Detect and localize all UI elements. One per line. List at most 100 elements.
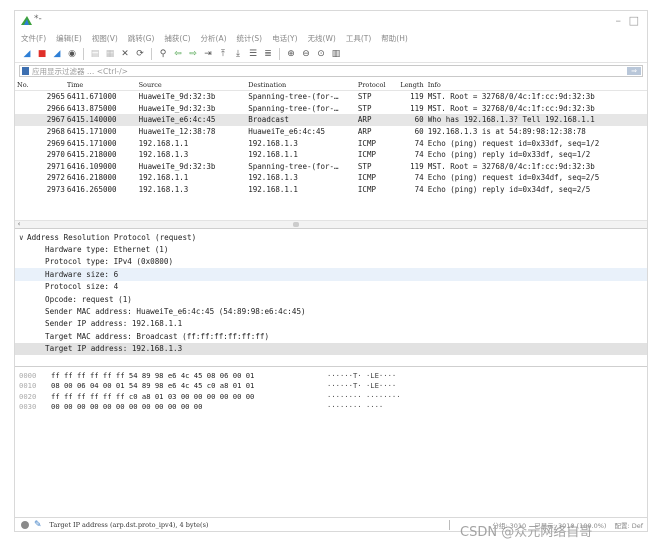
packet-row[interactable]: 2971 6416.109000 HuaweiTe_9d:32:3b Spann… [15, 161, 647, 173]
packet-list-horizontal-scrollbar[interactable]: ‹ [15, 220, 647, 228]
resize-columns-icon[interactable]: ▥ [330, 48, 342, 60]
find-icon[interactable]: ⚲ [157, 48, 169, 60]
menu-edit[interactable]: 编辑(E) [56, 33, 82, 44]
menu-help[interactable]: 帮助(H) [381, 33, 408, 44]
back-icon[interactable]: ⇦ [172, 48, 184, 60]
packet-time: 6415.171000 [66, 127, 117, 137]
first-icon[interactable]: ⤒ [217, 48, 229, 60]
packet-source: 192.168.1.3 [138, 185, 189, 195]
detail-field-text: Sender IP address: 192.168.1.1 [45, 319, 183, 329]
column-header-info[interactable]: Info [428, 81, 647, 89]
shark-fin-icon[interactable]: ◢ [21, 48, 33, 60]
bytes-row[interactable]: 0010 08 00 06 04 00 01 54 89 98 e6 4c 45… [15, 381, 647, 392]
scroll-left-arrow-icon[interactable]: ‹ [17, 220, 21, 228]
packet-source: 192.168.1.1 [138, 138, 189, 148]
menu-analyze[interactable]: 分析(A) [201, 33, 227, 44]
packet-row[interactable]: 2973 6416.265000 192.168.1.3 192.168.1.1… [15, 184, 647, 196]
packet-destination: Spanning-tree-(for-… [248, 92, 339, 102]
column-header-no[interactable]: No. [15, 81, 67, 89]
packet-destination: Spanning-tree-(for-… [248, 161, 339, 171]
menu-statistics[interactable]: 统计(S) [237, 33, 263, 44]
menu-view[interactable]: 视图(V) [92, 33, 118, 44]
packet-row[interactable]: 2966 6413.875000 HuaweiTe_9d:32:3b Spann… [15, 103, 647, 115]
menu-go[interactable]: 跳转(G) [128, 33, 155, 44]
bookmark-icon[interactable] [22, 67, 29, 75]
packet-time: 6416.265000 [66, 185, 117, 195]
wireshark-window: *- – □ 文件(F) 编辑(E) 视图(V) 跳转(G) 捕获(C) 分析(… [14, 10, 648, 532]
detail-field[interactable]: Protocol size: 4 [15, 281, 647, 293]
apply-filter-arrow-icon[interactable]: ⇒ [627, 67, 641, 75]
detail-field-text: Hardware type: Ethernet (1) [45, 245, 169, 255]
packet-row[interactable]: 2972 6416.218000 192.168.1.1 192.168.1.3… [15, 172, 647, 184]
toolbar-separator [279, 47, 280, 60]
options-icon[interactable]: ◉ [66, 48, 78, 60]
menu-wireless[interactable]: 无线(W) [308, 33, 336, 44]
column-header-source[interactable]: Source [139, 81, 249, 89]
toolbar-separator [83, 47, 84, 60]
open-icon[interactable]: ▤ [89, 48, 101, 60]
last-icon[interactable]: ⤓ [232, 48, 244, 60]
reload-icon[interactable]: ⟳ [134, 48, 146, 60]
stop-icon[interactable]: ■ [36, 48, 48, 60]
colorize-icon[interactable]: ≣ [262, 48, 274, 60]
column-header-destination[interactable]: Destination [248, 81, 358, 89]
packet-destination: 192.168.1.1 [248, 150, 298, 160]
bytes-offset: 0030 [19, 402, 37, 412]
expand-chevron-icon[interactable]: ∨ [15, 233, 27, 242]
title-bar: *- – □ [15, 11, 647, 31]
save-icon[interactable]: ▦ [104, 48, 116, 60]
display-filter-input[interactable]: 应用显示过滤器 … <Ctrl-/> [32, 66, 128, 77]
goto-icon[interactable]: ⇥ [202, 48, 214, 60]
zoom-in-icon[interactable]: ⊕ [285, 48, 297, 60]
bytes-row[interactable]: 0020 ff ff ff ff ff ff c0 a8 01 03 00 00… [15, 391, 647, 402]
zoom-out-icon[interactable]: ⊖ [300, 48, 312, 60]
packet-protocol: STP [357, 92, 372, 102]
detail-field[interactable]: Opcode: request (1) [15, 293, 647, 305]
column-header-time[interactable]: Time [67, 81, 139, 89]
edit-comment-icon[interactable]: ✎ [34, 520, 42, 530]
minimize-button[interactable]: – [616, 14, 622, 27]
detail-field-selected[interactable]: Target IP address: 192.168.1.3 [15, 342, 647, 355]
zoom-normal-icon[interactable]: ⊙ [315, 48, 327, 60]
display-filter-bar[interactable]: 应用显示过滤器 … <Ctrl-/> ⇒ [19, 65, 643, 77]
menu-telephony[interactable]: 电话(Y) [272, 33, 297, 44]
restart-icon[interactable]: ◢ [51, 48, 63, 60]
maximize-button[interactable]: □ [629, 14, 639, 27]
forward-icon[interactable]: ⇨ [187, 48, 199, 60]
autoscroll-icon[interactable]: ☰ [247, 48, 259, 60]
packet-info: Echo (ping) request id=0x33df, seq=1/2 [427, 138, 600, 148]
column-header-protocol[interactable]: Protocol [358, 81, 400, 89]
packet-row[interactable]: 2969 6415.171000 192.168.1.1 192.168.1.3… [15, 137, 647, 149]
menu-tools[interactable]: 工具(T) [346, 33, 371, 44]
bytes-row[interactable]: 0030 00 00 00 00 00 00 00 00 00 00 00 00… [15, 402, 647, 413]
wireshark-logo-icon [21, 16, 32, 25]
detail-field-text: Protocol size: 4 [45, 282, 119, 292]
scrollbar-thumb[interactable] [293, 222, 299, 227]
status-profile[interactable]: 配置: Def [614, 520, 643, 530]
expert-info-indicator-icon[interactable] [21, 520, 29, 529]
packet-row[interactable]: 2968 6415.171000 HuaweiTe_12:38:78 Huawe… [15, 126, 647, 138]
packet-destination: HuaweiTe_e6:4c:45 [248, 127, 326, 137]
detail-field-highlighted[interactable]: Hardware size: 6 [15, 268, 647, 281]
detail-field[interactable]: Sender MAC address: HuaweiTe_e6:4c:45 (5… [15, 305, 647, 317]
packet-row[interactable]: 2970 6415.218000 192.168.1.3 192.168.1.1… [15, 149, 647, 161]
packet-list: No. Time Source Destination Protocol Len… [15, 79, 647, 229]
detail-field[interactable]: Target MAC address: Broadcast (ff:ff:ff:… [15, 330, 647, 342]
packet-destination: Broadcast [248, 115, 289, 125]
bytes-ascii: ········ ········ [327, 391, 401, 401]
packet-row-selected[interactable]: 2967 6415.140000 HuaweiTe_e6:4c:45 Broad… [15, 114, 647, 126]
packet-time: 6415.171000 [66, 138, 117, 148]
menu-file[interactable]: 文件(F) [21, 33, 46, 44]
detail-field[interactable]: Protocol type: IPv4 (0x0800) [15, 256, 647, 268]
column-header-length[interactable]: Length [400, 81, 428, 89]
detail-tree-header[interactable]: ∨ Address Resolution Protocol (request) [15, 231, 647, 243]
detail-field[interactable]: Hardware type: Ethernet (1) [15, 243, 647, 255]
packet-source: HuaweiTe_9d:32:3b [138, 92, 216, 102]
packet-row[interactable]: 2965 6411.671000 HuaweiTe_9d:32:3b Spann… [15, 91, 647, 103]
bytes-row[interactable]: 0000 ff ff ff ff ff ff 54 89 98 e6 4c 45… [15, 370, 647, 381]
detail-field[interactable]: Sender IP address: 192.168.1.1 [15, 318, 647, 330]
packet-time: 6411.671000 [66, 92, 117, 102]
close-file-icon[interactable]: ✕ [119, 48, 131, 60]
packet-info: 192.168.1.3 is at 54:89:98:12:38:78 [427, 127, 586, 137]
menu-capture[interactable]: 捕获(C) [164, 33, 190, 44]
